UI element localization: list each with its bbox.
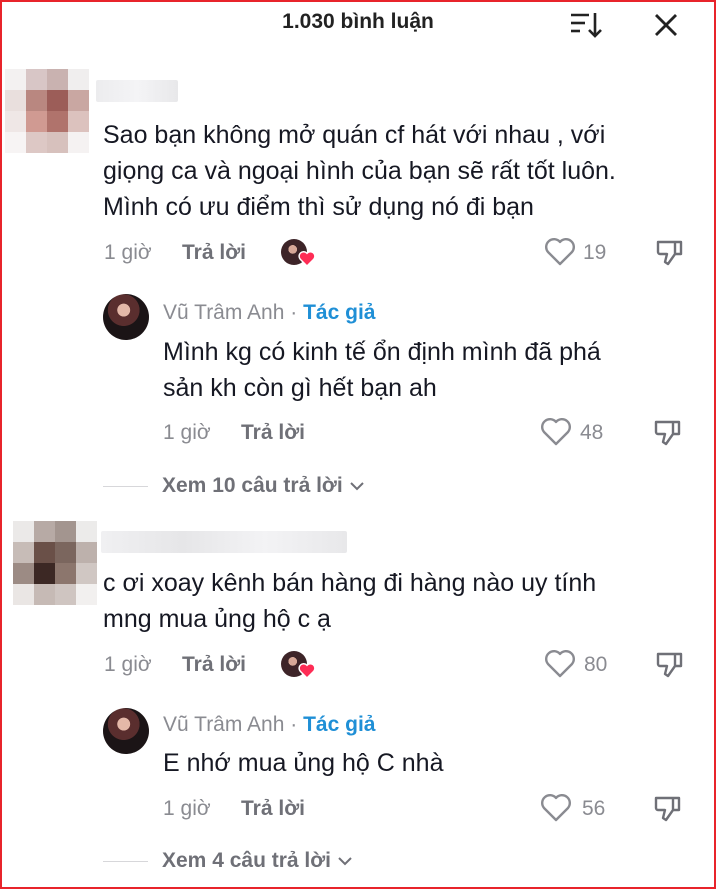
view-replies-button[interactable]: Xem 10 câu trả lời [162, 474, 365, 498]
reply-button[interactable]: Trả lời [241, 797, 305, 821]
comment-time: 1 giờ [104, 241, 152, 264]
author-avatar[interactable] [103, 708, 149, 754]
divider [103, 861, 148, 862]
reply-button[interactable]: Trả lời [182, 241, 246, 265]
comment-time: 1 giờ [104, 653, 152, 676]
reply-button[interactable]: Trả lời [182, 653, 246, 677]
reply-button[interactable]: Trả lời [241, 421, 305, 445]
like-count: 48 [580, 421, 604, 444]
like-count: 56 [582, 797, 606, 820]
like-count: 80 [584, 653, 608, 676]
divider [103, 486, 148, 487]
author-name[interactable]: Vũ Trâm Anh [163, 301, 284, 324]
like-count: 19 [583, 241, 607, 264]
thumbs-down-icon[interactable] [653, 648, 685, 680]
heart-badge-icon [281, 237, 317, 269]
heart-badge-icon [281, 649, 317, 681]
comment-count-title: 1.030 bình luận [282, 10, 434, 33]
author-tag: Tác giả [303, 713, 376, 736]
comment-text: c ơi xoay kênh bán hàng đi hàng nào uy t… [103, 569, 597, 633]
thumbs-down-icon[interactable] [651, 792, 683, 824]
commenter-name-blurred [96, 80, 178, 102]
reply-author-line: Vũ Trâm Anh · Tác giả [163, 713, 376, 736]
reply-time: 1 giờ [163, 421, 211, 444]
author-tag: Tác giả [303, 301, 376, 324]
view-replies-button[interactable]: Xem 4 câu trả lời [162, 849, 353, 873]
commenter-name-blurred [101, 531, 347, 553]
reply-text: E nhớ mua ủng hộ C nhà [163, 749, 444, 777]
author-name[interactable]: Vũ Trâm Anh [163, 713, 284, 736]
heart-outline-icon[interactable] [540, 793, 572, 823]
reply-time: 1 giờ [163, 797, 211, 820]
author-avatar[interactable] [103, 294, 149, 340]
reply-author-line: Vũ Trâm Anh · Tác giả [163, 301, 376, 324]
heart-outline-icon[interactable] [540, 417, 572, 447]
sort-icon[interactable] [568, 10, 604, 40]
heart-outline-icon[interactable] [544, 237, 576, 267]
comment-text: Sao bạn không mở quán cf hát với nhau , … [103, 121, 616, 221]
chevron-down-icon [349, 482, 364, 491]
commenter-avatar-blurred[interactable] [5, 69, 89, 153]
chevron-down-icon [338, 857, 352, 866]
thumbs-down-icon[interactable] [653, 236, 685, 268]
close-icon[interactable] [652, 11, 680, 39]
thumbs-down-icon[interactable] [651, 416, 683, 448]
commenter-avatar-blurred[interactable] [13, 521, 97, 605]
reply-text: Mình kg có kinh tế ổn định mình đã phá s… [163, 338, 601, 402]
heart-outline-icon[interactable] [544, 649, 576, 679]
